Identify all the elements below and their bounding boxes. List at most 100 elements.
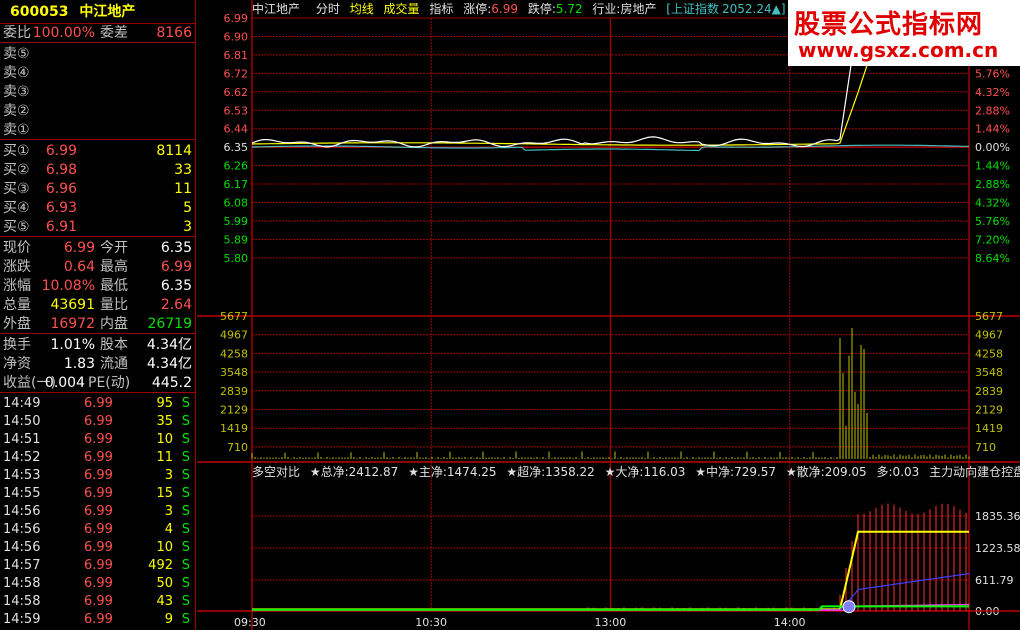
buy-row: 买② 6.98 33 <box>0 161 195 180</box>
volume-tick-label: 2839 <box>975 385 1003 398</box>
trade-row: 14:57 6.99 492 S <box>0 557 195 575</box>
nav-value: 1.83 <box>63 356 95 372</box>
trade-row: 14:52 6.99 11 S <box>0 449 195 467</box>
buy-volume: 33 <box>174 162 192 178</box>
pct-tick-label: 2.88% <box>975 178 1010 191</box>
price-tick-label: 6.81 <box>224 49 249 62</box>
stock-header: 600053 中江地产 <box>0 0 195 24</box>
trade-volume: 95 <box>156 396 173 411</box>
quote-row: 涨跌 0.64 最高 6.99 <box>0 258 195 277</box>
trade-price: 6.99 <box>84 432 113 447</box>
indicator-large: ★大净:116.03 <box>604 465 686 479</box>
sell-row: 卖③ <box>0 83 195 102</box>
intraday-chart[interactable]: 6.99 6.90 6.81 7.20% 6.72 5.76% 6.62 4.32% 6.53 2… <box>197 0 1020 630</box>
buy-label: 买⑤ <box>3 219 30 235</box>
pct-tick-label: 7.20% <box>975 233 1010 246</box>
tab-volume[interactable]: 成交量 <box>384 2 420 16</box>
volume-tick-label: 710 <box>227 441 248 454</box>
trade-volume: 10 <box>156 432 173 447</box>
trade-volume: 9 <box>164 612 173 627</box>
volume-tick-label: 4967 <box>220 329 248 342</box>
trade-side: S <box>181 594 190 609</box>
pct-tick-label: 8.64% <box>975 252 1010 265</box>
index-name[interactable]: [上证指数 <box>666 2 719 16</box>
float-value: 4.34亿 <box>146 356 192 372</box>
indicator-medium: ★中净:729.57 <box>695 465 777 479</box>
volume-tick-label: 3548 <box>975 366 1003 379</box>
limit-down-label: 跌停: <box>527 2 556 16</box>
pct-tick-label: 0.00% <box>975 141 1010 154</box>
buy-row: 买④ 6.93 5 <box>0 199 195 218</box>
trade-time: 14:59 <box>3 612 41 627</box>
trade-side: S <box>181 540 190 555</box>
buy-volume: 11 <box>174 181 192 197</box>
turnover-value: 1.01% <box>50 337 95 353</box>
trade-row: 14:56 6.99 4 S <box>0 521 195 539</box>
indicator-main: ★主净:1474.25 <box>408 465 497 479</box>
stock-name: 中江地产 <box>79 4 136 20</box>
quote-row: 总量 43691 量比 2.64 <box>0 296 195 315</box>
trade-volume: 35 <box>156 414 173 429</box>
trade-side: S <box>181 468 190 483</box>
price-tick-label: 6.17 <box>224 178 249 191</box>
volume-value: 43691 <box>50 297 95 313</box>
volume-tick-label: 4967 <box>975 329 1003 342</box>
trade-price: 6.99 <box>84 576 113 591</box>
industry-value: 房地产 <box>620 2 657 16</box>
chart-titlebar: 中江地产 分时 均线 成交量 指标 涨停:6.99 跌停:5.72 行业:房地产… <box>252 1 792 17</box>
volume-ratio-label: 量比 <box>100 297 128 313</box>
price-tick-label: 6.72 <box>224 67 249 80</box>
trade-price: 6.99 <box>84 396 113 411</box>
trade-row: 14:58 6.99 50 S <box>0 575 195 593</box>
diff-value: 8166 <box>156 25 192 41</box>
open-label: 今开 <box>100 240 128 256</box>
tab-average[interactable]: 均线 <box>350 2 374 16</box>
trade-row: 14:55 6.99 15 S <box>0 485 195 503</box>
trade-time: 14:56 <box>3 522 41 537</box>
trade-volume: 50 <box>156 576 173 591</box>
price-tick-label: 5.99 <box>224 215 249 228</box>
open-value: 6.35 <box>160 240 192 256</box>
stats-row: 净资 1.83 流通 4.34亿 <box>0 355 195 374</box>
volume-tick-label: 3548 <box>220 366 248 379</box>
tab-timeshare[interactable]: 分时 <box>316 2 340 16</box>
pct-tick-label: 1.44% <box>975 123 1010 136</box>
trade-row: 14:58 6.99 43 S <box>0 593 195 611</box>
trade-side: S <box>181 414 190 429</box>
sell-label: 卖① <box>3 122 30 138</box>
pct-tick-label: 4.32% <box>975 86 1010 99</box>
indicator-super: ★超净:1358.22 <box>506 465 595 479</box>
industry-label: 行业: <box>592 2 621 16</box>
tab-indicator[interactable]: 指标 <box>429 2 453 16</box>
volume-tick-label: 4258 <box>220 347 248 360</box>
time-label: 14:00 <box>774 616 806 629</box>
chart-canvas[interactable]: 6.99 6.90 6.81 7.20% 6.72 5.76% 6.62 4.32% 6.53 2… <box>197 0 1020 630</box>
indicator-name[interactable]: 多空对比 <box>252 465 300 479</box>
trade-row: 14:56 6.99 3 S <box>0 503 195 521</box>
trade-volume: 4 <box>164 522 173 537</box>
trade-side: S <box>181 432 190 447</box>
indicator-tick-label: 1835.36 <box>975 510 1020 523</box>
price-tick-label: 6.35 <box>224 141 249 154</box>
price-tick-label: 6.62 <box>224 86 249 99</box>
trade-price: 6.99 <box>84 414 113 429</box>
buy-price: 6.91 <box>45 219 77 235</box>
buy-price: 6.96 <box>45 181 77 197</box>
limit-up-value: 6.99 <box>491 2 518 16</box>
inner-label: 内盘 <box>100 316 128 332</box>
trade-list[interactable]: 14:49 6.99 95 S 14:50 6.99 35 S 14:51 6.99 10 S 14:5… <box>0 393 195 629</box>
trade-volume: 15 <box>156 486 173 501</box>
trade-volume: 492 <box>148 558 173 573</box>
pct-tick-label: 2.88% <box>975 104 1010 117</box>
buy-volume: 5 <box>183 200 192 216</box>
sell-row: 卖① <box>0 121 195 140</box>
volume-tick-label: 1419 <box>220 422 248 435</box>
sell-row: 卖⑤ <box>0 45 195 64</box>
trade-side: S <box>181 576 190 591</box>
volume-tick-label: 2129 <box>975 404 1003 417</box>
buy-row: 买③ 6.96 11 <box>0 180 195 199</box>
chart-stock-name: 中江地产 <box>252 2 301 16</box>
turnover-label: 换手 <box>3 337 31 353</box>
time-label: 10:30 <box>415 616 447 629</box>
outer-value: 16972 <box>50 316 95 332</box>
